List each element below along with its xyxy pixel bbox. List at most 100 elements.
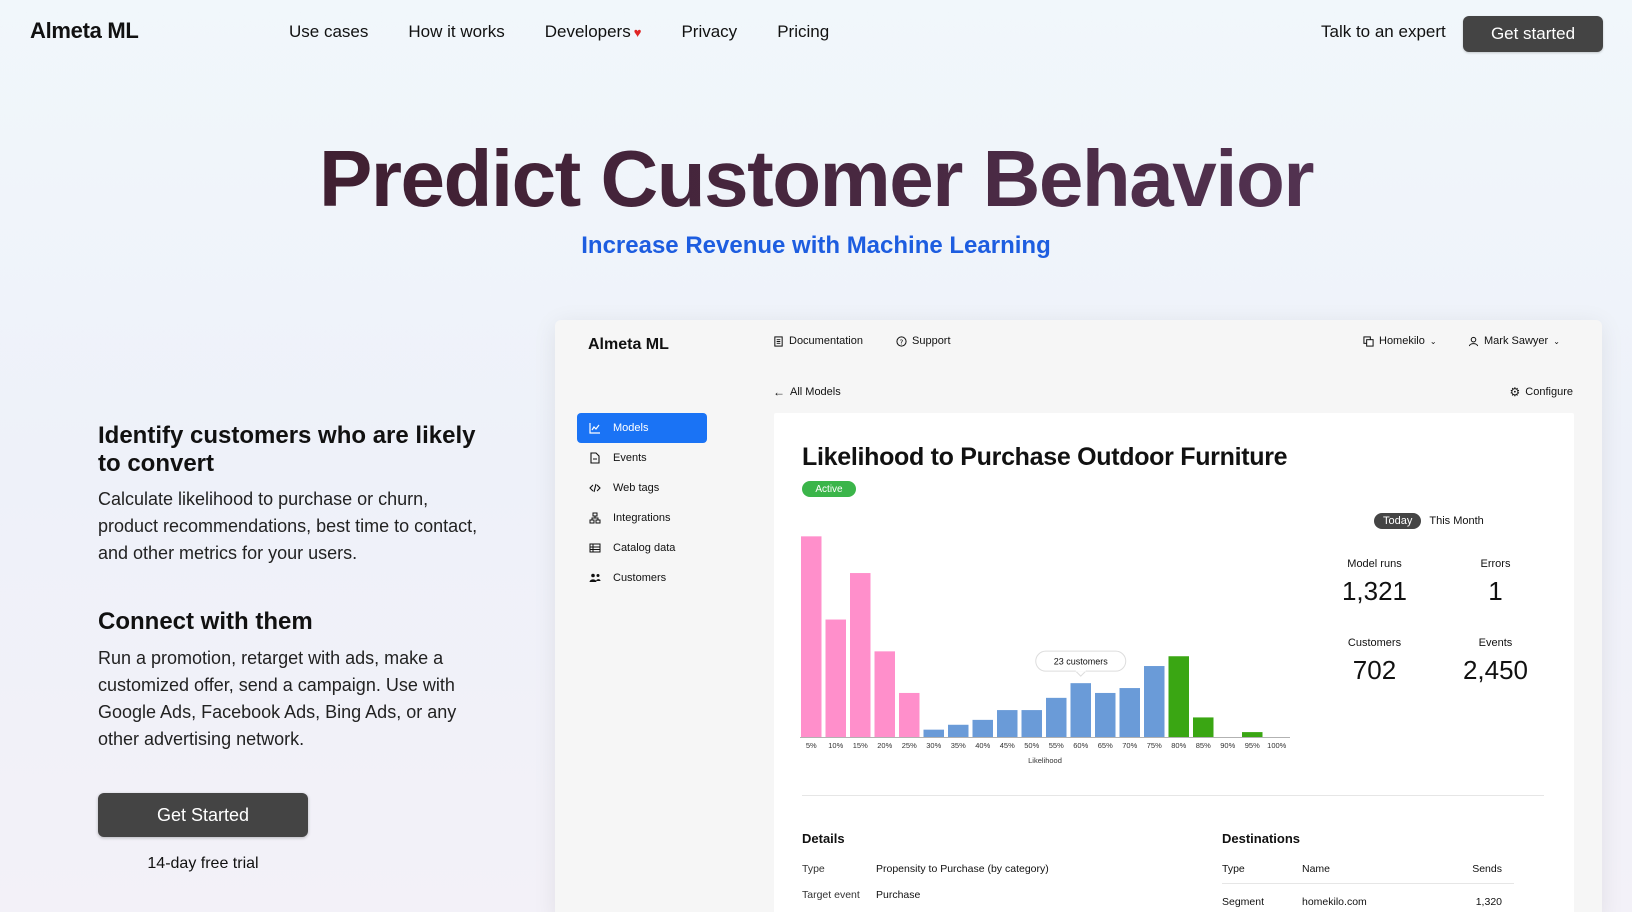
nav-developers[interactable]: Developers ♥: [545, 22, 642, 42]
stat-errors: Errors 1: [1435, 558, 1556, 607]
x-tick-label: 30%: [926, 741, 941, 750]
nav-privacy[interactable]: Privacy: [681, 22, 737, 42]
hero-subtitle: Increase Revenue with Machine Learning: [581, 232, 1051, 259]
nav-pricing[interactable]: Pricing: [777, 22, 829, 42]
feature-title-connect: Connect with them: [98, 608, 313, 635]
column-header: Name: [1302, 863, 1331, 875]
x-tick-label: 50%: [1024, 741, 1039, 750]
bar-65%[interactable]: [1095, 692, 1116, 737]
support-link[interactable]: ? Support: [896, 335, 951, 347]
talk-to-expert-link[interactable]: Talk to an expert: [1321, 22, 1446, 42]
sidebar-item-label: Customers: [613, 572, 667, 584]
toggle-this-month[interactable]: This Month: [1429, 515, 1483, 527]
configure-button[interactable]: ⚙ Configure: [1510, 385, 1573, 399]
status-badge: Active: [802, 481, 856, 497]
back-label: All Models: [790, 386, 841, 398]
stat-label: Errors: [1480, 558, 1511, 570]
feature-body-identify: Calculate likelihood to purchase or chur…: [98, 489, 478, 563]
bar-95%[interactable]: [1242, 732, 1263, 737]
model-title: Likelihood to Purchase Outdoor Furniture: [802, 443, 1288, 471]
free-trial-note: 14-day free trial: [147, 855, 259, 872]
bar-35%[interactable]: [948, 724, 969, 737]
x-tick-label: 35%: [951, 741, 966, 750]
stat-label: Customers: [1347, 637, 1402, 649]
period-toggle: Today This Month: [1374, 513, 1484, 529]
bar-55%[interactable]: [1046, 697, 1067, 737]
bar-75%[interactable]: [1144, 666, 1165, 737]
x-tick-label: 85%: [1196, 741, 1211, 750]
bar-10%[interactable]: [825, 619, 847, 737]
chevron-down-icon: ⌄: [1429, 336, 1437, 346]
support-label: Support: [912, 335, 951, 347]
feature-title-identify: Identify customers who are likely to con…: [98, 422, 476, 477]
help-icon: ?: [896, 335, 907, 347]
document-icon: [590, 452, 600, 464]
stat-value: 1: [1488, 576, 1503, 606]
detail-key: Target event: [802, 889, 860, 901]
bar-45%[interactable]: [997, 710, 1018, 737]
sidebar-item-events[interactable]: Events: [577, 443, 707, 473]
documentation-label: Documentation: [789, 335, 863, 347]
x-tick-label: 60%: [1073, 741, 1088, 750]
sidebar-item-models[interactable]: Models: [577, 413, 707, 443]
x-tick-label: 15%: [853, 741, 868, 750]
brand-logo[interactable]: Almeta ML: [30, 18, 139, 44]
code-icon: [589, 483, 601, 493]
app-brand[interactable]: Almeta ML: [588, 336, 669, 354]
destination-sends: 1,320: [1475, 896, 1502, 908]
copy-icon: [1363, 335, 1374, 347]
bar-25%[interactable]: [899, 692, 920, 737]
documentation-link[interactable]: Documentation: [773, 335, 863, 347]
x-tick-label: 40%: [975, 741, 990, 750]
detail-value: Propensity to Purchase (by category): [876, 863, 1049, 875]
get-started-cta-button[interactable]: Get Started: [98, 793, 308, 837]
stat-label: Events: [1478, 637, 1513, 649]
bar-60%[interactable]: [1070, 683, 1092, 737]
chart-icon: [589, 423, 600, 434]
workspace-switcher[interactable]: Homekilo ⌄: [1363, 335, 1437, 347]
detail-value: Purchase: [876, 889, 921, 901]
likelihood-chart: 5% 10% 15% 20% 25% 30% 35% 40% 45% 50% 55% 60% 65% 70…: [800, 525, 1312, 765]
bar-85%[interactable]: [1193, 717, 1214, 737]
bar-80%[interactable]: [1168, 656, 1190, 737]
gear-icon: ⚙: [1509, 385, 1521, 399]
x-tick-label: 10%: [828, 741, 843, 750]
sidebar-item-customers[interactable]: Customers: [577, 563, 707, 593]
model-card: Likelihood to Purchase Outdoor Furniture…: [774, 413, 1574, 912]
bar-5%[interactable]: [801, 536, 822, 737]
bar-15%[interactable]: [850, 573, 871, 737]
x-tick-label: 70%: [1122, 741, 1137, 750]
x-tick-label: 55%: [1049, 741, 1064, 750]
sidebar-item-web-tags[interactable]: Web tags: [577, 473, 707, 503]
stat-customers: Customers 702: [1314, 637, 1435, 686]
toggle-today[interactable]: Today: [1374, 513, 1422, 529]
destinations-heading: Destinations: [1222, 831, 1301, 846]
stat-value: 2,450: [1462, 655, 1529, 685]
table-divider: [1222, 883, 1514, 884]
bar-50%[interactable]: [1021, 710, 1043, 737]
nav-developers-label: Developers: [544, 22, 631, 41]
sidebar-item-label: Events: [613, 452, 647, 464]
bar-30%[interactable]: [923, 729, 945, 737]
sidebar-item-integrations[interactable]: Integrations: [577, 503, 707, 533]
sidebar-item-label: Models: [613, 422, 649, 434]
integrations-icon: [589, 512, 601, 524]
destination-name: homekilo.com: [1302, 896, 1367, 908]
bar-40%[interactable]: [972, 719, 994, 737]
x-tick-label: 95%: [1245, 741, 1260, 750]
stat-events: Events 2,450: [1435, 637, 1556, 686]
sidebar-item-catalog-data[interactable]: Catalog data: [577, 533, 707, 563]
user-menu[interactable]: Mark Sawyer ⌄: [1468, 335, 1560, 347]
back-to-all-models[interactable]: ← All Models: [773, 385, 841, 399]
sidebar-item-label: Catalog data: [613, 542, 676, 554]
bar-20%[interactable]: [874, 651, 896, 737]
nav-links: Use cases How it works Developers ♥ Priva…: [289, 22, 829, 42]
svg-text:?: ?: [900, 337, 904, 346]
x-axis-label: Likelihood: [1028, 756, 1062, 765]
nav-use-cases[interactable]: Use cases: [289, 22, 368, 42]
get-started-button[interactable]: Get started: [1463, 16, 1603, 52]
nav-how-it-works[interactable]: How it works: [408, 22, 504, 42]
likelihood-histogram: 5% 10% 15% 20% 25% 30% 35% 40% 45% 50% 55% 60% 65% 70…: [800, 536, 1290, 765]
workspace-label: Homekilo: [1379, 335, 1425, 347]
bar-70%[interactable]: [1119, 688, 1141, 737]
